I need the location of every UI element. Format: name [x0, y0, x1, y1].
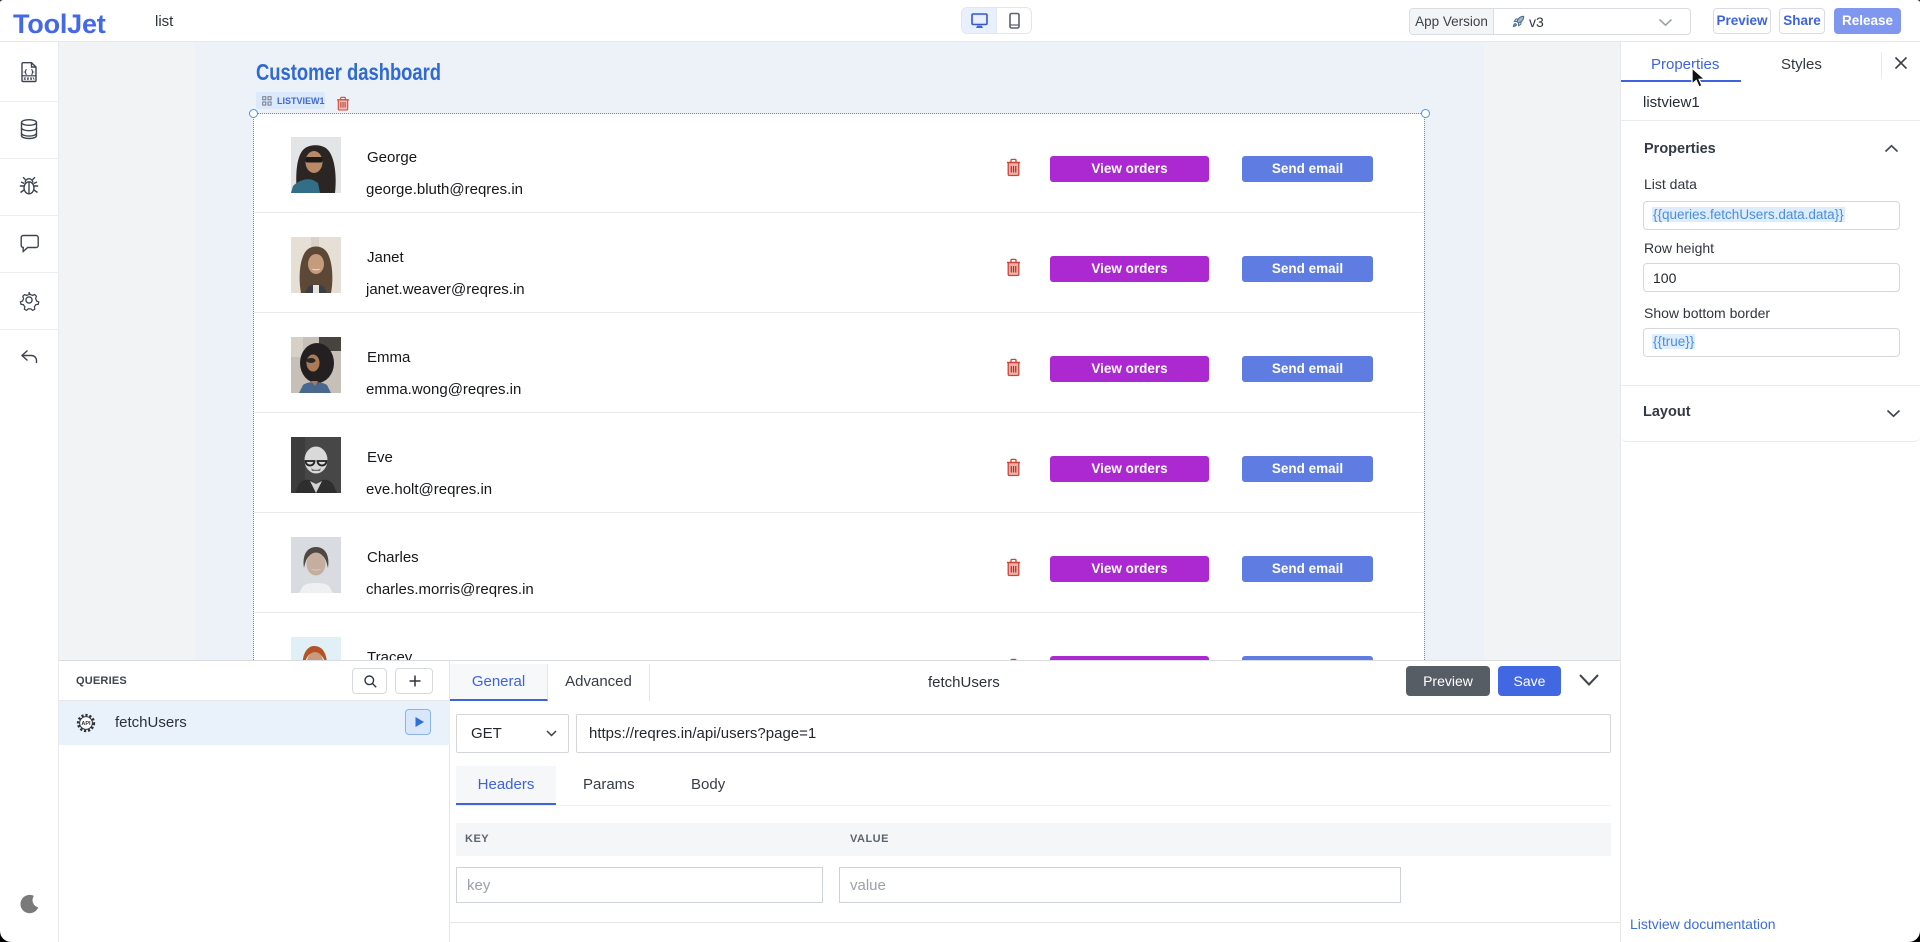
svg-text:API: API	[81, 721, 91, 727]
